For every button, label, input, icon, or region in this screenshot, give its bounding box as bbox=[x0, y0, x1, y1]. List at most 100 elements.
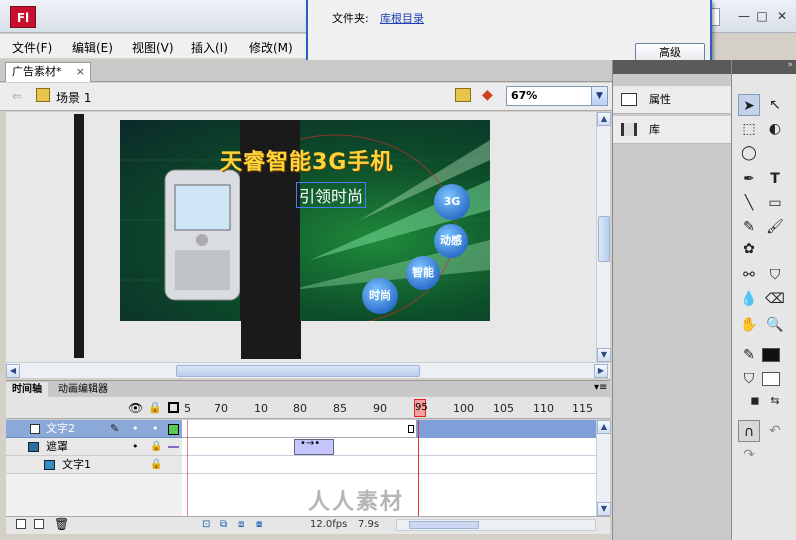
lasso-tool-icon[interactable]: ◯ bbox=[738, 142, 760, 164]
maximize-button[interactable]: □ bbox=[754, 8, 770, 24]
selected-frames[interactable] bbox=[416, 420, 596, 438]
delete-icon[interactable]: 🗑 bbox=[54, 517, 69, 531]
snap-magnet-icon[interactable]: ∩ bbox=[738, 420, 760, 442]
text-tool-icon[interactable]: T bbox=[764, 168, 786, 190]
scroll-up-icon[interactable]: ▲ bbox=[597, 420, 611, 434]
layer-color-swatch[interactable] bbox=[168, 424, 179, 435]
fill-color-icon[interactable]: ⛉ bbox=[738, 368, 760, 390]
document-tab[interactable]: 广告素材* × bbox=[5, 62, 91, 82]
stage-horizontal-scrollbar[interactable]: ◀ ▶ bbox=[6, 362, 610, 378]
timeline-vertical-scrollbar[interactable]: ▲ ▼ bbox=[596, 420, 611, 516]
lock-icon[interactable]: 🔒 bbox=[150, 438, 162, 456]
edit-multiple-icon[interactable]: ⧇ bbox=[256, 519, 262, 530]
eye-icon[interactable]: 👁 bbox=[128, 401, 143, 415]
menu-file[interactable]: 文件(F) bbox=[12, 39, 52, 56]
timeline-hscroll[interactable] bbox=[396, 519, 596, 531]
scroll-left-icon[interactable]: ◀ bbox=[6, 364, 20, 378]
ad-banner[interactable]: 天睿智能3G手机 引领时尚 3G 动感 智能 时尚 bbox=[120, 120, 490, 321]
deco-tool-icon[interactable]: ✿ bbox=[738, 238, 760, 260]
selected-text-box[interactable]: 引领时尚 bbox=[296, 182, 367, 208]
lock-icon[interactable]: 🔒 bbox=[148, 401, 162, 414]
properties-panel-button[interactable]: 属性 bbox=[613, 86, 731, 114]
default-colors-icon[interactable]: ◼ bbox=[744, 390, 766, 412]
layer-name: 文字2 bbox=[46, 422, 75, 435]
frame-row-text1[interactable] bbox=[182, 456, 596, 474]
paint-bucket-icon[interactable]: ⛉ bbox=[764, 264, 786, 286]
library-panel-button[interactable]: 库 bbox=[613, 116, 731, 144]
back-arrow-icon[interactable]: ⇐ bbox=[12, 89, 22, 103]
subselection-tool-icon[interactable]: ↖ bbox=[764, 94, 786, 116]
edit-symbols-icon[interactable]: ◆ bbox=[482, 87, 493, 103]
bubble-fashion[interactable]: 时尚 bbox=[362, 278, 398, 314]
pencil-tool-icon[interactable]: ✎ bbox=[738, 216, 760, 238]
free-transform-icon[interactable]: ⬚ bbox=[738, 118, 760, 140]
onion-outline-icon[interactable]: ⧈ bbox=[238, 519, 244, 530]
visibility-dot[interactable]: • bbox=[132, 438, 139, 456]
keyframe[interactable] bbox=[408, 425, 414, 433]
scroll-up-icon[interactable]: ▲ bbox=[597, 112, 611, 126]
bubble-3g[interactable]: 3G bbox=[434, 184, 470, 220]
stage-vertical-scrollbar[interactable]: ▲ ▼ bbox=[596, 112, 611, 362]
new-folder-icon[interactable] bbox=[34, 519, 44, 529]
selection-tool-icon[interactable]: ➤ bbox=[738, 94, 760, 116]
stage-area[interactable]: 天睿智能3G手机 引领时尚 3G 动感 智能 时尚 bbox=[6, 112, 596, 362]
library-label: 库 bbox=[649, 123, 660, 136]
folder-label: 文件夹: bbox=[332, 12, 369, 25]
fps-readout[interactable]: 12.0fps bbox=[310, 519, 347, 530]
stroke-color-swatch[interactable] bbox=[762, 348, 780, 362]
bubble-smart[interactable]: 智能 bbox=[406, 256, 440, 290]
lock-icon[interactable]: 🔒 bbox=[150, 456, 162, 474]
new-layer-icon[interactable] bbox=[16, 519, 26, 529]
tab-close-icon[interactable]: × bbox=[76, 63, 85, 81]
tools-collapse-icon[interactable]: » bbox=[732, 60, 796, 74]
tab-motion-editor[interactable]: 动画编辑器 bbox=[52, 382, 114, 398]
menu-insert[interactable]: 插入(I) bbox=[191, 39, 228, 56]
swap-colors-icon[interactable]: ⇆ bbox=[764, 390, 786, 412]
3d-rotation-icon[interactable]: ◐ bbox=[764, 118, 786, 140]
minimize-button[interactable]: — bbox=[736, 8, 752, 24]
onion-skin-icon[interactable]: ⧉ bbox=[220, 519, 227, 530]
edit-scene-icon[interactable] bbox=[455, 88, 471, 102]
hand-tool-icon[interactable]: ✋ bbox=[738, 314, 760, 336]
folder-link[interactable]: 库根目录 bbox=[380, 10, 424, 26]
layer-text1[interactable]: 文字1 🔒 bbox=[6, 456, 182, 474]
bubble-dynamic[interactable]: 动感 bbox=[434, 224, 468, 258]
fill-color-swatch[interactable] bbox=[762, 372, 780, 386]
layer-mask[interactable]: 遮罩 • 🔒 bbox=[6, 438, 182, 456]
center-frame-icon[interactable]: ⊡ bbox=[202, 519, 210, 530]
timeline-hscroll-thumb[interactable] bbox=[409, 521, 479, 529]
line-tool-icon[interactable]: ╲ bbox=[738, 192, 760, 214]
hscroll-thumb[interactable] bbox=[176, 365, 420, 377]
zoom-tool-icon[interactable]: 🔍 bbox=[764, 314, 786, 336]
layer-text2[interactable]: 文字2 ✎ • • bbox=[6, 420, 182, 438]
menu-edit[interactable]: 编辑(E) bbox=[72, 39, 113, 56]
brush-tool-icon[interactable]: 🖌 bbox=[764, 216, 786, 238]
menu-view[interactable]: 视图(V) bbox=[132, 39, 174, 56]
layer-outline-swatch[interactable] bbox=[168, 446, 179, 448]
lock-dot[interactable]: • bbox=[152, 420, 159, 438]
straighten-icon[interactable]: ↷ bbox=[738, 444, 760, 466]
frame-row-text2[interactable] bbox=[182, 420, 596, 438]
visibility-dot[interactable]: • bbox=[132, 420, 139, 438]
close-button[interactable]: ✕ bbox=[774, 8, 790, 24]
bone-tool-icon[interactable]: ⚯ bbox=[738, 264, 760, 286]
scroll-down-icon[interactable]: ▼ bbox=[597, 348, 611, 362]
menu-modify[interactable]: 修改(M) bbox=[249, 39, 293, 56]
eraser-icon[interactable]: ⌫ bbox=[764, 288, 786, 310]
rectangle-tool-icon[interactable]: ▭ bbox=[764, 192, 786, 214]
pen-tool-icon[interactable]: ✒ bbox=[738, 168, 760, 190]
scroll-down-icon[interactable]: ▼ bbox=[597, 502, 611, 516]
panel-menu-icon[interactable]: ▾≡ bbox=[594, 382, 607, 393]
eyedropper-icon[interactable]: 💧 bbox=[738, 288, 760, 310]
zoom-select[interactable]: 67% ▼ bbox=[506, 86, 608, 106]
smooth-icon[interactable]: ↶ bbox=[764, 420, 786, 442]
scroll-right-icon[interactable]: ▶ bbox=[594, 364, 608, 378]
properties-label: 属性 bbox=[649, 93, 671, 106]
outline-icon[interactable] bbox=[168, 402, 179, 413]
chevron-down-icon[interactable]: ▼ bbox=[591, 87, 607, 105]
playhead-marker[interactable]: 95 bbox=[414, 399, 428, 417]
frame-row-mask[interactable]: •→• bbox=[182, 438, 596, 456]
scroll-thumb[interactable] bbox=[598, 216, 610, 262]
tab-timeline[interactable]: 时间轴 bbox=[6, 382, 48, 398]
stroke-color-icon[interactable]: ✎ bbox=[738, 344, 760, 366]
